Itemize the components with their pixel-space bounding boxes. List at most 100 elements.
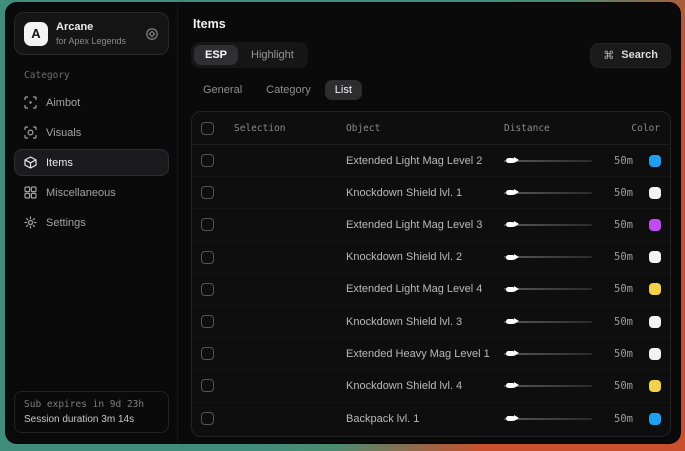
- brand-text: Arcane for Apex Legends: [56, 21, 126, 46]
- column-header-color: Color: [592, 123, 661, 134]
- object-name: Extended Light Mag Level 3: [346, 219, 504, 231]
- mode-tab-group: ESP Highlight: [191, 42, 308, 68]
- table-row: Extended Light Mag Level 3 50m: [192, 209, 670, 241]
- items-table: Selection Object Distance Color Extended…: [191, 111, 671, 437]
- sub-expires-text: Sub expires in 9d 23h: [24, 399, 159, 410]
- search-button[interactable]: ⌘ Search: [590, 43, 671, 68]
- app-logo: A: [24, 22, 48, 46]
- table-row: Backpack lvl. 1 50m: [192, 403, 670, 435]
- distance-slider[interactable]: [504, 380, 592, 392]
- sidebar-item-label: Aimbot: [46, 97, 80, 109]
- object-name: Backpack lvl. 1: [346, 413, 504, 425]
- table-row: Knockdown Shield lvl. 3 50m: [192, 306, 670, 338]
- slider-thumb[interactable]: [506, 255, 515, 260]
- sidebar-item-label: Items: [46, 157, 73, 169]
- tab-highlight[interactable]: Highlight: [240, 45, 305, 65]
- slider-thumb[interactable]: [506, 351, 515, 356]
- color-swatch[interactable]: [649, 283, 661, 295]
- tab-general[interactable]: General: [193, 80, 252, 100]
- sidebar-item-label: Settings: [46, 217, 86, 229]
- row-checkbox[interactable]: [201, 186, 214, 199]
- select-all-checkbox[interactable]: [201, 122, 214, 135]
- distance-value: 50m: [592, 155, 637, 167]
- slider-thumb[interactable]: [506, 383, 515, 388]
- row-checkbox[interactable]: [201, 154, 214, 167]
- sidebar-item-items[interactable]: Items: [14, 149, 169, 176]
- main-panel: Items ESP Highlight ⌘ Search General Cat…: [178, 3, 680, 443]
- row-checkbox[interactable]: [201, 347, 214, 360]
- sidebar-item-label: Miscellaneous: [46, 187, 116, 199]
- distance-value: 50m: [592, 251, 637, 263]
- sidebar-section-label: Category: [24, 70, 169, 81]
- sidebar-nav: Aimbot Visuals Items: [14, 89, 169, 236]
- color-swatch[interactable]: [649, 219, 661, 231]
- object-name: Knockdown Shield lvl. 2: [346, 251, 504, 263]
- distance-value: 50m: [592, 348, 637, 360]
- sidebar-item-visuals[interactable]: Visuals: [14, 119, 169, 146]
- table-row: Extended Heavy Mag Level 1 50m: [192, 338, 670, 370]
- distance-slider[interactable]: [504, 251, 592, 263]
- table-row: Knockdown Shield lvl. 4 50m: [192, 370, 670, 402]
- color-swatch[interactable]: [649, 187, 661, 199]
- object-name: Extended Light Mag Level 2: [346, 155, 504, 167]
- tab-category[interactable]: Category: [256, 80, 321, 100]
- color-swatch[interactable]: [649, 155, 661, 167]
- app-window: A Arcane for Apex Legends Category Aimb: [5, 2, 681, 444]
- distance-value: 50m: [592, 219, 637, 231]
- sidebar: A Arcane for Apex Legends Category Aimb: [6, 3, 178, 443]
- row-checkbox[interactable]: [201, 218, 214, 231]
- row-checkbox[interactable]: [201, 251, 214, 264]
- table-row: Knockdown Shield lvl. 2 50m: [192, 242, 670, 274]
- target-badge-icon[interactable]: [145, 27, 159, 41]
- row-checkbox[interactable]: [201, 283, 214, 296]
- grid-icon: [24, 186, 37, 199]
- cube-icon: [24, 156, 37, 169]
- row-checkbox[interactable]: [201, 379, 214, 392]
- table-row: Knockdown Shield lvl. 1 50m: [192, 177, 670, 209]
- color-swatch[interactable]: [649, 348, 661, 360]
- slider-thumb[interactable]: [506, 287, 515, 292]
- distance-slider[interactable]: [504, 348, 592, 360]
- slider-thumb[interactable]: [506, 190, 515, 195]
- distance-slider[interactable]: [504, 316, 592, 328]
- distance-slider[interactable]: [504, 187, 592, 199]
- tab-list[interactable]: List: [325, 80, 362, 100]
- brand-card: A Arcane for Apex Legends: [14, 12, 169, 55]
- row-checkbox[interactable]: [201, 315, 214, 328]
- distance-value: 50m: [592, 187, 637, 199]
- slider-thumb[interactable]: [506, 158, 515, 163]
- search-button-label: Search: [621, 49, 658, 61]
- tab-esp[interactable]: ESP: [194, 45, 238, 65]
- color-swatch[interactable]: [649, 380, 661, 392]
- table-header: Selection Object Distance Color: [192, 112, 670, 145]
- column-header-selection: Selection: [234, 123, 346, 134]
- distance-slider[interactable]: [504, 155, 592, 167]
- slider-thumb[interactable]: [506, 416, 515, 421]
- row-checkbox[interactable]: [201, 412, 214, 425]
- color-swatch[interactable]: [649, 316, 661, 328]
- column-header-object: Object: [346, 123, 504, 134]
- sidebar-item-miscellaneous[interactable]: Miscellaneous: [14, 179, 169, 206]
- sidebar-item-settings[interactable]: Settings: [14, 209, 169, 236]
- crosshair-icon: [24, 96, 37, 109]
- command-icon: ⌘: [603, 49, 614, 62]
- sidebar-item-aimbot[interactable]: Aimbot: [14, 89, 169, 116]
- slider-thumb[interactable]: [506, 319, 515, 324]
- distance-slider[interactable]: [504, 283, 592, 295]
- color-swatch[interactable]: [649, 413, 661, 425]
- app-subtitle: for Apex Legends: [56, 36, 126, 46]
- distance-slider[interactable]: [504, 219, 592, 231]
- distance-slider[interactable]: [504, 413, 592, 425]
- scan-eye-icon: [24, 126, 37, 139]
- session-duration-text: Session duration 3m 14s: [24, 414, 159, 425]
- object-name: Knockdown Shield lvl. 4: [346, 380, 504, 392]
- color-swatch[interactable]: [649, 251, 661, 263]
- object-name: Extended Heavy Mag Level 1: [346, 348, 504, 360]
- sidebar-item-label: Visuals: [46, 127, 81, 139]
- table-row: Extended Light Mag Level 2 50m: [192, 145, 670, 177]
- app-name: Arcane: [56, 21, 126, 34]
- slider-thumb[interactable]: [506, 222, 515, 227]
- subscription-info-card: Sub expires in 9d 23h Session duration 3…: [14, 391, 169, 433]
- view-tab-group: General Category List: [193, 80, 671, 100]
- gear-icon: [24, 216, 37, 229]
